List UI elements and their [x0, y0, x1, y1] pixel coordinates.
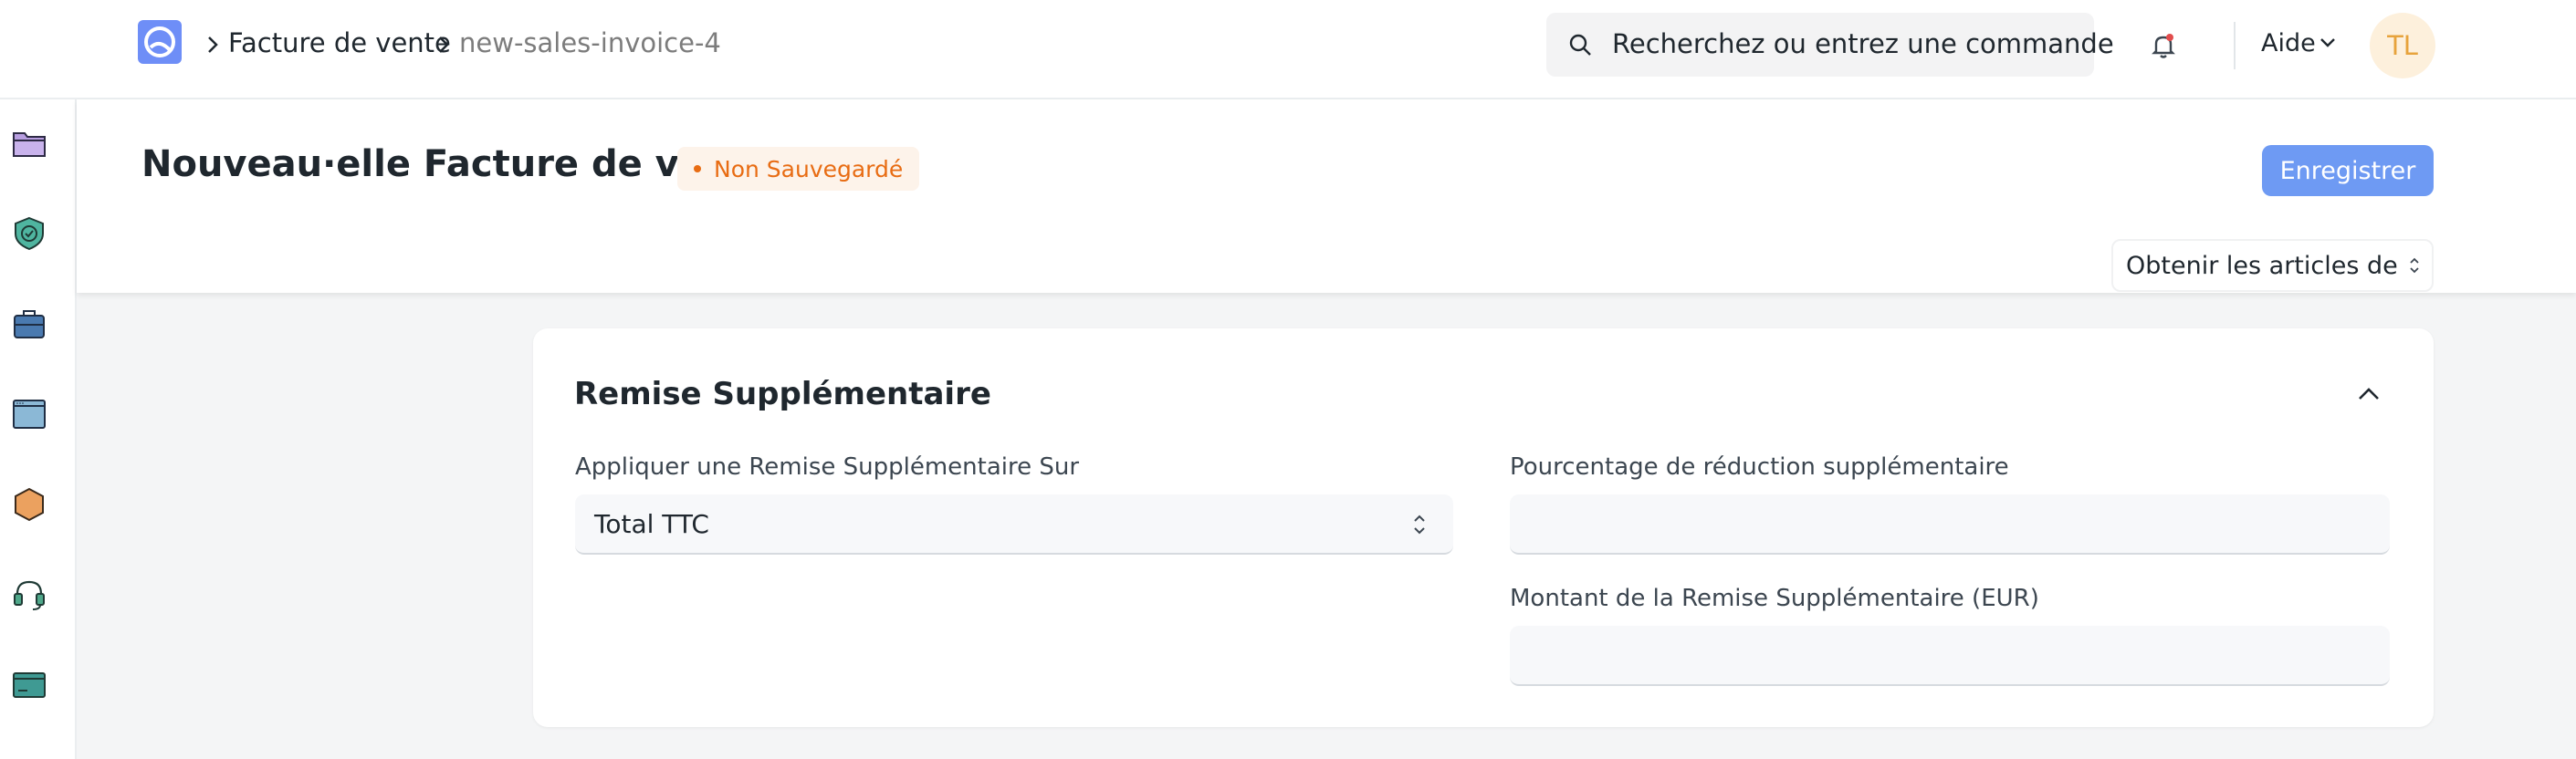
discount-percentage-label: Pourcentage de réduction supplémentaire: [1510, 453, 2009, 481]
discount-percentage-input[interactable]: [1510, 494, 2390, 555]
breadcrumb-document[interactable]: new-sales-invoice-4: [459, 27, 721, 58]
status-badge: Non Sauvegardé: [677, 147, 920, 191]
status-badge-label: Non Sauvegardé: [714, 155, 904, 182]
save-button[interactable]: Enregistrer: [2262, 145, 2434, 196]
notification-bell-icon[interactable]: [2147, 29, 2180, 62]
headset-icon[interactable]: [11, 577, 47, 613]
chevron-down-icon[interactable]: [2319, 36, 2337, 49]
discount-amount-label: Montant de la Remise Supplémentaire (EUR…: [1510, 585, 2039, 612]
briefcase-icon[interactable]: [11, 306, 47, 342]
breadcrumb-doctype[interactable]: Facture de vente: [228, 27, 451, 58]
section-title: Remise Supplémentaire: [574, 376, 991, 412]
search-placeholder: Recherchez ou entrez une commande: [1612, 28, 2114, 59]
apply-discount-on-select[interactable]: Total TTC: [575, 494, 1453, 555]
page-header: Nouveau·elle Facture de vente Non Sauveg…: [77, 99, 2576, 293]
folder-icon[interactable]: [11, 125, 47, 161]
status-dot-icon: [694, 165, 701, 172]
discount-amount-input[interactable]: [1510, 626, 2390, 686]
shield-check-icon[interactable]: [11, 215, 47, 252]
apply-discount-on-value: Total TTC: [594, 509, 709, 539]
search-icon: [1569, 34, 1591, 56]
chevron-up-icon[interactable]: [2355, 385, 2382, 403]
search-input[interactable]: Recherchez ou entrez une commande: [1546, 13, 2114, 77]
additional-discount-section: Remise Supplémentaire Appliquer une Remi…: [533, 328, 2434, 727]
breadcrumb-chevron-icon: [208, 36, 218, 53]
navbar-divider: [2234, 22, 2236, 69]
breadcrumb-chevron-icon: [439, 36, 449, 53]
get-items-from-dropdown[interactable]: Obtenir les articles de: [2111, 239, 2434, 292]
app-logo[interactable]: [138, 20, 182, 64]
card-icon[interactable]: [11, 667, 47, 703]
user-avatar[interactable]: TL: [2370, 13, 2435, 78]
select-arrows-icon: [2410, 257, 2419, 274]
window-icon[interactable]: [11, 396, 47, 432]
sidebar: [0, 99, 77, 759]
hexagon-icon[interactable]: [11, 486, 47, 523]
top-navbar: Facture de vente new-sales-invoice-4 Rec…: [0, 0, 2576, 99]
help-menu[interactable]: Aide: [2261, 29, 2316, 57]
apply-discount-on-label: Appliquer une Remise Supplémentaire Sur: [575, 453, 1080, 481]
get-items-label: Obtenir les articles de: [2126, 251, 2398, 280]
select-arrows-icon: [1414, 515, 1425, 535]
